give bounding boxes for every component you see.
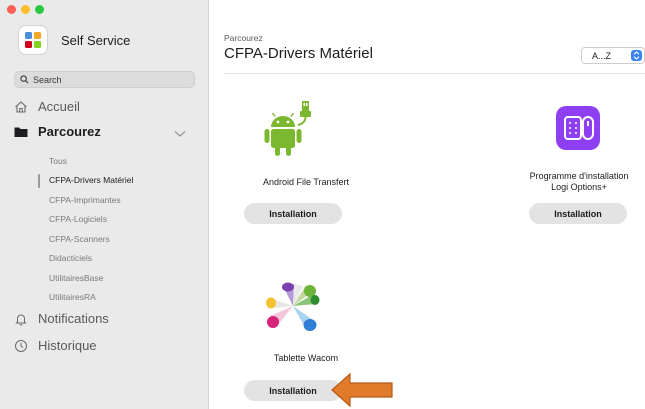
item-name-line: Programme d'installation	[529, 171, 629, 181]
window-controls	[7, 5, 44, 14]
folder-icon	[14, 125, 28, 139]
app-header: Self Service	[19, 26, 130, 54]
search-box[interactable]	[14, 71, 195, 88]
header-divider	[224, 73, 645, 74]
app-title: Self Service	[61, 32, 131, 48]
category-item[interactable]: UtilitairesRA	[38, 288, 198, 308]
item-name: Tablette Wacom	[273, 353, 339, 363]
annotation-arrow-icon	[330, 372, 394, 409]
nav-historique-label: Historique	[38, 338, 97, 353]
category-item[interactable]: CFPA-Scanners	[38, 229, 198, 249]
nav-notifications-label: Notifications	[38, 311, 109, 326]
zoom-window-button[interactable]	[35, 5, 44, 14]
sidebar: Self Service Accueil Parcourez	[0, 0, 209, 409]
nav-historique[interactable]: Historique	[14, 338, 97, 353]
nav-accueil-label: Accueil	[38, 99, 80, 114]
select-arrows-icon	[631, 50, 642, 61]
category-item-active[interactable]: CFPA-Drivers Matériel	[38, 171, 198, 191]
search-input[interactable]	[33, 74, 193, 85]
item-name: Programme d'installation Logi Options+	[508, 171, 645, 193]
bell-icon	[14, 312, 28, 326]
nav-parcourez-label: Parcourez	[38, 124, 101, 139]
minimize-window-button[interactable]	[21, 5, 30, 14]
category-item[interactable]: Didacticiels	[38, 249, 198, 269]
clock-icon	[14, 339, 28, 353]
page-title: CFPA-Drivers Matériel	[224, 45, 373, 62]
category-item[interactable]: CFPA-Logiciels	[38, 210, 198, 230]
android-icon[interactable]	[264, 101, 316, 162]
nav-notifications[interactable]: Notifications	[14, 311, 109, 326]
wacom-icon[interactable]	[266, 282, 320, 337]
item-name: Android File Transfert	[262, 177, 350, 187]
sort-select[interactable]: A...Z	[581, 47, 645, 64]
category-item[interactable]: UtilitairesBase	[38, 268, 198, 288]
install-button[interactable]: Installation	[244, 203, 342, 224]
nav-parcourez[interactable]: Parcourez	[14, 124, 186, 139]
close-window-button[interactable]	[7, 5, 16, 14]
home-icon	[14, 100, 28, 114]
category-item[interactable]: CFPA-Imprimantes	[38, 190, 198, 210]
self-service-logo-icon	[19, 26, 47, 54]
nav-accueil[interactable]: Accueil	[14, 99, 80, 114]
category-list: Tous CFPA-Drivers Matériel CFPA-Impriman…	[38, 151, 198, 307]
breadcrumb[interactable]: Parcourez	[224, 33, 263, 43]
chevron-down-icon[interactable]	[174, 125, 186, 143]
logi-options-icon[interactable]	[556, 106, 600, 155]
category-item[interactable]: Tous	[38, 151, 198, 171]
install-button[interactable]: Installation	[529, 203, 627, 224]
search-icon	[20, 71, 29, 89]
sort-select-value: A...Z	[592, 50, 612, 61]
item-name-line: Logi Options+	[551, 182, 607, 192]
main-content: Parcourez CFPA-Drivers Matériel A...Z An…	[210, 0, 645, 409]
install-button[interactable]: Installation	[244, 380, 342, 401]
